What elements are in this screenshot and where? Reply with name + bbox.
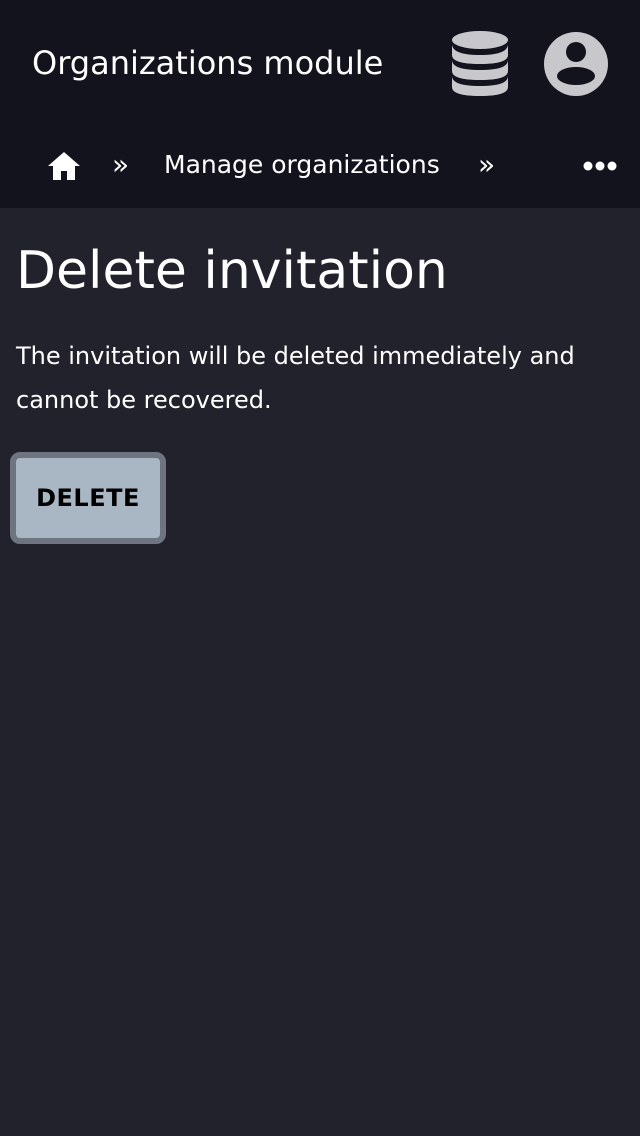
top-bar: Organizations module » Manage organizati… xyxy=(0,0,640,208)
delete-button[interactable]: DELETE xyxy=(10,452,166,544)
user-account-icon[interactable] xyxy=(542,30,610,98)
breadcrumb-manage-organizations[interactable]: Manage organizations xyxy=(164,145,440,185)
more-horizontal-icon[interactable] xyxy=(580,154,620,178)
breadcrumb: » Manage organizations » xyxy=(0,128,640,208)
page-title: Delete invitation xyxy=(16,241,448,301)
breadcrumb-separator: » xyxy=(112,148,130,181)
home-icon[interactable] xyxy=(46,148,82,184)
app-title: Organizations module xyxy=(32,44,384,82)
database-icon[interactable] xyxy=(448,28,512,100)
delete-description: The invitation will be deleted immediate… xyxy=(16,342,575,414)
breadcrumb-separator: » xyxy=(478,148,496,181)
